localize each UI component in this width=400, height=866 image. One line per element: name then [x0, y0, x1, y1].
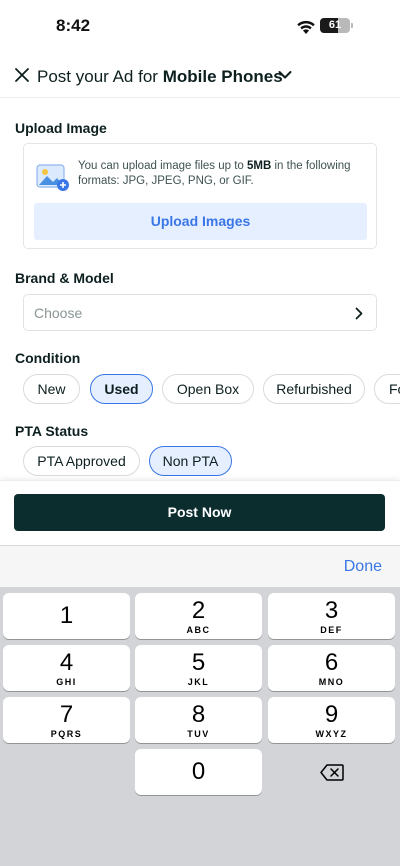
condition-chip-open-box[interactable]: Open Box — [162, 374, 254, 404]
key-letters: WXYZ — [315, 729, 348, 739]
key-letters: GHI — [56, 677, 77, 687]
key-9[interactable]: 9 WXYZ — [268, 697, 395, 743]
key-8[interactable]: 8 TUV — [135, 697, 262, 743]
upload-info-prefix: You can upload image files up to — [78, 160, 248, 172]
upload-box: You can upload image files up to 5MB in … — [23, 143, 377, 249]
battery-percent: 61 — [328, 19, 342, 31]
key-letters: JKL — [187, 677, 210, 687]
key-letters: DEF — [320, 625, 343, 635]
condition-label: Condition — [15, 350, 81, 366]
battery-cap — [351, 23, 353, 28]
condition-chip-refurbished[interactable]: Refurbished — [263, 374, 365, 404]
backspace-key[interactable] — [268, 749, 395, 795]
condition-chip-partial[interactable]: Fo — [374, 374, 400, 404]
close-icon[interactable] — [14, 67, 30, 83]
key-0[interactable]: 0 — [135, 749, 262, 795]
upload-info-text: You can upload image files up to 5MB in … — [78, 159, 373, 189]
key-digit: 0 — [191, 758, 206, 785]
battery-indicator: 61 — [320, 18, 350, 33]
condition-chip-used[interactable]: Used — [90, 374, 153, 404]
page-title[interactable]: Post your Ad for Mobile Phones — [37, 67, 283, 87]
chevron-down-icon[interactable] — [278, 70, 292, 80]
done-button[interactable]: Done — [344, 558, 382, 576]
brand-model-placeholder: Choose — [34, 305, 83, 321]
status-time: 8:42 — [56, 16, 91, 35]
key-digit: 2 — [191, 597, 206, 624]
key-letters: ABC — [186, 625, 211, 635]
key-3[interactable]: 3 DEF — [268, 593, 395, 639]
upload-size-limit: 5MB — [247, 160, 272, 172]
key-digit: 4 — [59, 649, 74, 676]
key-digit: 7 — [59, 701, 74, 728]
brand-model-select[interactable]: Choose — [23, 294, 377, 331]
post-now-button[interactable]: Post Now — [14, 494, 385, 531]
key-6[interactable]: 6 MNO — [268, 645, 395, 691]
backspace-icon — [320, 764, 344, 781]
key-digit: 9 — [324, 701, 339, 728]
condition-chip-new[interactable]: New — [23, 374, 80, 404]
key-digit: 6 — [324, 649, 339, 676]
brand-model-label: Brand & Model — [15, 270, 114, 286]
key-7[interactable]: 7 PQRS — [3, 697, 130, 743]
image-upload-icon — [36, 164, 69, 191]
upload-image-label: Upload Image — [15, 120, 107, 136]
pta-status-label: PTA Status — [15, 423, 89, 439]
category-name: Mobile Phones — [162, 67, 283, 86]
key-digit: 3 — [324, 597, 339, 624]
numeric-keypad: 1 2 ABC 3 DEF 4 GHI 5 JKL 6 MNO 7 PQRS 8… — [0, 587, 400, 866]
status-bar: 8:42 61 — [0, 0, 400, 54]
keyboard-toolbar: Done — [0, 545, 400, 587]
key-4[interactable]: 4 GHI — [3, 645, 130, 691]
chevron-right-icon — [355, 307, 363, 320]
post-action-bar: Post Now — [0, 480, 400, 544]
key-letters: TUV — [187, 729, 210, 739]
key-1[interactable]: 1 — [3, 593, 130, 639]
key-2[interactable]: 2 ABC — [135, 593, 262, 639]
key-5[interactable]: 5 JKL — [135, 645, 262, 691]
wifi-icon — [297, 20, 315, 34]
upload-images-button[interactable]: Upload Images — [34, 203, 367, 240]
key-digit: 1 — [59, 602, 74, 629]
key-letters: PQRS — [50, 729, 83, 739]
pta-chip-non-pta[interactable]: Non PTA — [149, 446, 232, 476]
key-digit: 5 — [191, 649, 206, 676]
key-digit: 8 — [191, 701, 206, 728]
page-title-prefix: Post your Ad for — [37, 67, 163, 86]
page-header: Post your Ad for Mobile Phones — [0, 56, 400, 98]
key-letters: MNO — [318, 677, 345, 687]
pta-chip-approved[interactable]: PTA Approved — [23, 446, 140, 476]
